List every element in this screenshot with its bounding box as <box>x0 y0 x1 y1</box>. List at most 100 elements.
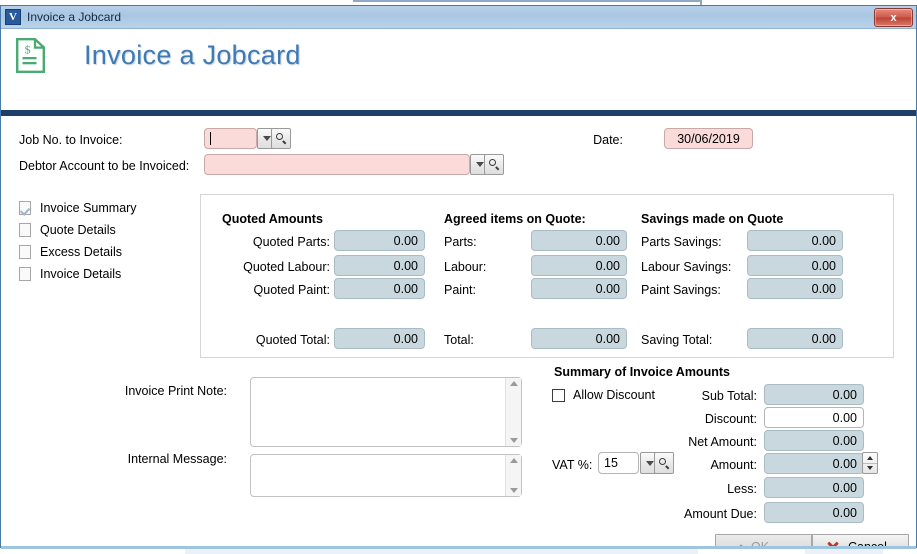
amount-stepper[interactable] <box>862 452 878 474</box>
close-icon[interactable]: x <box>874 8 913 27</box>
checked-page-icon <box>19 201 31 215</box>
quoted-parts-value: 0.00 <box>334 230 425 251</box>
checkbox-icon <box>552 388 565 402</box>
agreed-total-value: 0.00 <box>531 328 627 349</box>
amount-due-label: Amount Due: <box>684 507 757 521</box>
date-label: Date: <box>593 133 623 147</box>
dialog-client-area: $ Invoice a Jobcard Job No. to Invoice: … <box>1 29 916 549</box>
chevron-down-icon <box>867 466 873 471</box>
quoted-paint-label: Quoted Paint: <box>253 283 330 297</box>
sub-total-value: 0.00 <box>764 384 864 405</box>
labour-savings-label: Labour Savings: <box>641 260 732 274</box>
page-icon <box>19 267 31 281</box>
chevron-down-icon <box>645 460 654 466</box>
scroll-down-icon[interactable] <box>509 488 518 493</box>
amount-due-value: 0.00 <box>764 502 864 523</box>
agreed-parts-value: 0.00 <box>531 230 627 251</box>
sidebar-item-label: Invoice Details <box>40 267 122 281</box>
amount-value: 0.00 <box>764 453 864 474</box>
vat-percent-input[interactable]: 15 <box>598 452 639 474</box>
quoted-paint-value: 0.00 <box>334 278 425 299</box>
vat-percent-label: VAT %: <box>552 458 593 472</box>
savings-heading: Savings made on Quote <box>641 212 784 226</box>
allow-discount-label: Allow Discount <box>573 388 655 402</box>
section-list: Invoice Summary Quote Details Excess Det… <box>19 197 194 285</box>
job-no-search-button[interactable] <box>271 128 291 149</box>
agreed-paint-label: Paint: <box>444 283 476 297</box>
invoice-print-note-scrollbar[interactable] <box>505 378 521 446</box>
invoice-document-icon: $ <box>16 38 45 73</box>
invoice-print-note-label: Invoice Print Note: <box>124 384 227 398</box>
dialog-window: V Invoice a Jobcard x $ Invoice a Jobcar… <box>0 5 917 549</box>
page-header: $ Invoice a Jobcard <box>1 29 916 116</box>
window-title: Invoice a Jobcard <box>27 10 122 24</box>
parts-savings-value: 0.00 <box>747 230 843 251</box>
sidebar-item-label: Quote Details <box>40 223 116 237</box>
labour-savings-value: 0.00 <box>747 255 843 276</box>
amount-label: Amount: <box>710 458 757 472</box>
scroll-up-icon[interactable] <box>509 381 518 386</box>
date-input[interactable]: 30/06/2019 <box>664 128 753 149</box>
footer-divider <box>1 546 916 549</box>
agreed-labour-value: 0.00 <box>531 255 627 276</box>
sidebar-item-excess-details[interactable]: Excess Details <box>19 241 194 263</box>
window-title-bar: V Invoice a Jobcard x <box>1 6 916 29</box>
text-caret <box>210 132 211 145</box>
sidebar-item-label: Invoice Summary <box>40 201 137 215</box>
parts-savings-label: Parts Savings: <box>641 235 722 249</box>
internal-message-label: Internal Message: <box>127 452 227 466</box>
search-icon <box>488 159 500 170</box>
less-label: Less: <box>727 482 757 496</box>
quoted-labour-value: 0.00 <box>334 255 425 276</box>
job-no-label: Job No. to Invoice: <box>19 133 123 147</box>
summary-heading: Summary of Invoice Amounts <box>554 365 730 379</box>
scroll-down-icon[interactable] <box>509 438 518 443</box>
debtor-account-label: Debtor Account to be Invoiced: <box>19 159 190 173</box>
debtor-account-input[interactable] <box>204 154 470 175</box>
page-title: Invoice a Jobcard <box>84 40 301 70</box>
agreed-labour-label: Labour: <box>444 260 487 274</box>
net-amount-label: Net Amount: <box>688 435 757 449</box>
quoted-parts-label: Quoted Parts: <box>252 235 330 249</box>
invoice-print-note-field[interactable] <box>250 377 522 447</box>
net-amount-value: 0.00 <box>764 430 864 451</box>
quoted-labour-label: Quoted Labour: <box>243 260 330 274</box>
svg-text:$: $ <box>25 43 31 57</box>
background-edge-top <box>353 0 702 2</box>
chevron-down-icon <box>262 136 271 141</box>
sidebar-item-invoice-details[interactable]: Invoice Details <box>19 263 194 285</box>
saving-total-value: 0.00 <box>747 328 843 349</box>
agreed-paint-value: 0.00 <box>531 278 627 299</box>
quoted-amounts-heading: Quoted Amounts <box>222 212 323 226</box>
app-logo-icon: V <box>5 9 21 25</box>
internal-message-text[interactable] <box>251 455 505 496</box>
saving-total-label: Saving Total: <box>641 333 713 347</box>
stepper-up-button[interactable] <box>863 453 877 464</box>
allow-discount-checkbox[interactable]: Allow Discount <box>552 388 655 402</box>
internal-message-field[interactable] <box>250 454 522 497</box>
scroll-up-icon[interactable] <box>509 458 518 463</box>
job-no-input[interactable] <box>204 128 257 149</box>
search-icon <box>275 133 287 144</box>
stepper-down-button[interactable] <box>863 464 877 474</box>
page-icon <box>19 245 31 259</box>
page-icon <box>19 223 31 237</box>
quoted-total-label: Quoted Total: <box>255 333 330 347</box>
sidebar-item-label: Excess Details <box>40 245 122 259</box>
sidebar-item-invoice-summary[interactable]: Invoice Summary <box>19 197 194 219</box>
sub-total-label: Sub Total: <box>701 389 757 403</box>
internal-message-scrollbar[interactable] <box>505 455 521 496</box>
paint-savings-label: Paint Savings: <box>641 283 721 297</box>
quoted-total-value: 0.00 <box>334 328 425 349</box>
discount-input[interactable]: 0.00 <box>764 407 864 428</box>
debtor-search-button[interactable] <box>484 154 504 175</box>
discount-label: Discount: <box>704 412 757 426</box>
paint-savings-value: 0.00 <box>747 278 843 299</box>
agreed-parts-label: Parts: <box>444 235 477 249</box>
less-value: 0.00 <box>764 477 864 498</box>
invoice-print-note-text[interactable] <box>251 378 505 446</box>
agreed-items-heading: Agreed items on Quote: <box>444 212 586 226</box>
sidebar-item-quote-details[interactable]: Quote Details <box>19 219 194 241</box>
agreed-total-label: Total: <box>444 333 474 347</box>
header-divider <box>1 110 916 116</box>
